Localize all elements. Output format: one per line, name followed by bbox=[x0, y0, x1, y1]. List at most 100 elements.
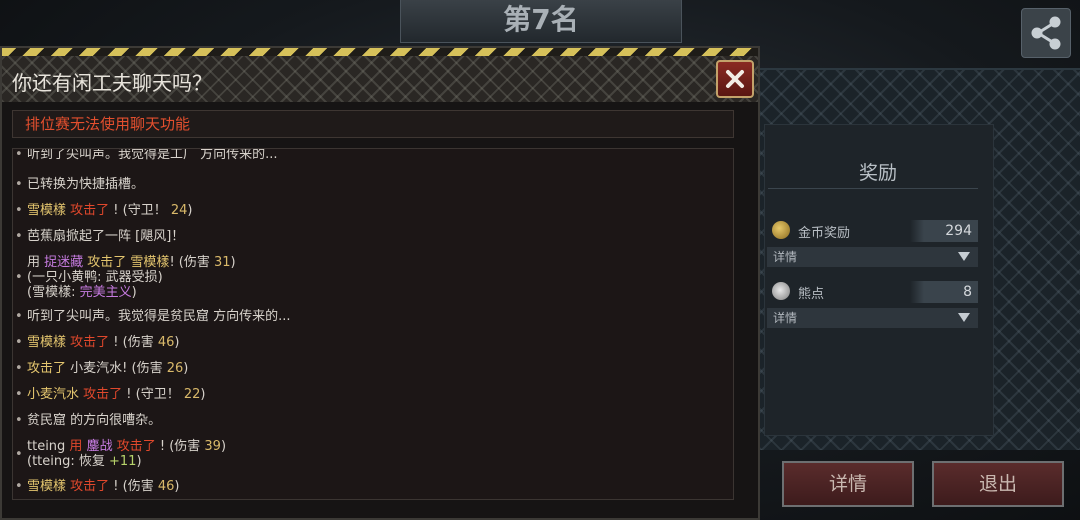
chat-disabled-notice: 排位赛无法使用聊天功能 bbox=[12, 110, 734, 138]
bullet-icon: • bbox=[15, 479, 23, 494]
chat-log-segment: ! (伤害 bbox=[155, 439, 201, 454]
rank-banner: 第7名 bbox=[400, 0, 682, 43]
chat-log-segment: ! (伤害 bbox=[169, 255, 210, 270]
share-button[interactable] bbox=[1021, 8, 1071, 58]
chat-log-entry: • 已转换为快捷插槽。 bbox=[15, 177, 144, 192]
chat-log-segment: 芭蕉扇掀起了一阵 [飓风]！ bbox=[27, 229, 185, 244]
dropdown-arrow-icon bbox=[958, 252, 970, 261]
chat-log-segment: 22 bbox=[179, 387, 201, 402]
gold-coin-icon bbox=[772, 221, 790, 239]
chat-log-segment: (tteing: 恢复 bbox=[27, 454, 105, 469]
bullet-icon: • bbox=[15, 413, 23, 428]
chat-log-entry: • 用 捉迷藏 攻击了 雪模樣! (伤害 31) (一只小黄鸭: 武器受损) (雪模樣… bbox=[15, 255, 236, 300]
chat-log-segment: (雪模樣: bbox=[27, 285, 80, 300]
chat-log-segment: 46 bbox=[153, 479, 175, 494]
chat-log-segment: ! (守卫！ bbox=[109, 203, 167, 218]
chat-log-segment: 鏖战 bbox=[86, 439, 113, 454]
chat-log-segment: ) bbox=[200, 387, 206, 402]
reward-details-select-bear-points[interactable]: 详情 bbox=[767, 308, 978, 328]
chat-log-segment: ) bbox=[174, 479, 180, 494]
bear-points-icon bbox=[772, 282, 790, 300]
reward-label: 熊点 bbox=[798, 287, 825, 302]
bullet-icon: • bbox=[15, 361, 23, 376]
bullet-icon: • bbox=[15, 387, 23, 402]
chat-log-segment: +11 bbox=[104, 454, 137, 469]
chat-log-line: 雪模樣 攻击了 ! (伤害 46) bbox=[27, 479, 179, 494]
select-label: 详情 bbox=[773, 311, 798, 325]
reward-row-gold: 金币奖励 294 bbox=[770, 220, 978, 242]
chat-log[interactable]: • 听到了尖叫声。我觉得是工厂 方向传来的... • 已转换为快捷插槽。 • 雪模樣 攻击… bbox=[12, 148, 734, 500]
chat-log-segment: ! (守卫！ bbox=[122, 387, 180, 402]
chat-log-segment: 攻击了 bbox=[27, 361, 67, 376]
chat-log-line: 已转换为快捷插槽。 bbox=[27, 177, 144, 192]
chat-log-segment: ) bbox=[136, 454, 142, 469]
chat-log-segment: ! (伤害 bbox=[109, 335, 154, 350]
chat-log-line: tteing 用 鏖战 攻击了 ! (伤害 39) bbox=[27, 439, 226, 454]
chat-log-segment: 攻击了 bbox=[66, 335, 110, 350]
bullet-icon: • bbox=[15, 335, 23, 350]
chat-log-segment: 雪模樣 bbox=[27, 203, 67, 218]
dropdown-arrow-icon bbox=[958, 313, 970, 322]
chat-log-line: 听到了尖叫声。我觉得是工厂 方向传来的... bbox=[27, 148, 278, 162]
chat-log-segment: ) bbox=[230, 255, 236, 270]
chat-log-segment: 46 bbox=[153, 335, 175, 350]
chat-log-line: (一只小黄鸭: 武器受损) bbox=[27, 270, 236, 285]
chat-log-segment: 听到了尖叫声。我觉得是贫民窟 方向传来的... bbox=[27, 309, 291, 324]
chat-log-line: 听到了尖叫声。我觉得是贫民窟 方向传来的... bbox=[27, 309, 291, 324]
details-button[interactable]: 详情 bbox=[782, 461, 914, 507]
chat-log-segment: 攻击了 bbox=[66, 203, 110, 218]
chat-log-entry: • 雪模樣 攻击了 ! (伤害 46) bbox=[15, 335, 180, 350]
chat-log-line: (雪模樣: 完美主义) bbox=[27, 285, 236, 300]
chat-log-segment: 用 bbox=[27, 255, 45, 270]
chat-log-segment: 攻击了 bbox=[83, 255, 131, 270]
chat-modal-title: 你还有闲工夫聊天吗？ bbox=[12, 71, 212, 95]
chat-log-segment: 雪模樣 bbox=[130, 255, 170, 270]
chat-log-segment: 39 bbox=[200, 439, 221, 454]
chat-log-segment: 31 bbox=[209, 255, 231, 270]
chat-log-segment: tteing bbox=[27, 439, 66, 454]
chat-log-segment: ) bbox=[174, 335, 180, 350]
chat-modal: 你还有闲工夫聊天吗？ 排位赛无法使用聊天功能 • 听到了尖叫声。我觉得是工厂 方向… bbox=[0, 46, 760, 520]
chat-log-entry: • 雪模樣 攻击了 ! (守卫！ 24) bbox=[15, 203, 192, 218]
reward-value: 294 bbox=[910, 220, 978, 242]
chat-log-entry: • tteing 用 鏖战 攻击了 ! (伤害 39) (tteing: 恢复 +1… bbox=[15, 439, 226, 469]
chat-log-segment: 听到了尖叫声。我觉得是工厂 方向传来的... bbox=[27, 148, 278, 162]
chat-log-segment: 用 bbox=[65, 439, 87, 454]
chat-log-segment: 雪模樣 bbox=[27, 479, 67, 494]
close-icon bbox=[726, 70, 744, 88]
chat-log-line: 小麦汽水 攻击了 ! (守卫！ 22) bbox=[27, 387, 205, 402]
chat-log-segment: 雪模樣 bbox=[27, 335, 67, 350]
chat-log-segment: 贫民窟 的方向很嘈杂。 bbox=[27, 413, 162, 428]
chat-log-segment: 24 bbox=[166, 203, 188, 218]
chat-log-line: 用 捉迷藏 攻击了 雪模樣! (伤害 31) bbox=[27, 255, 236, 270]
chat-log-segment: 攻击了 bbox=[66, 479, 110, 494]
chat-log-segment: (一只小黄鸭: 武器受损) bbox=[27, 270, 163, 285]
chat-log-entry: • 雪模樣 攻击了 ! (伤害 46) bbox=[15, 479, 179, 494]
bullet-icon: • bbox=[15, 270, 23, 285]
reward-details-select-gold[interactable]: 详情 bbox=[767, 247, 978, 267]
chat-log-segment: 26 bbox=[162, 361, 184, 376]
select-label: 详情 bbox=[773, 250, 798, 264]
chat-log-line: 贫民窟 的方向很嘈杂。 bbox=[27, 413, 161, 428]
hazard-stripe bbox=[2, 48, 758, 56]
chat-modal-header: 你还有闲工夫聊天吗？ bbox=[2, 56, 758, 102]
reward-value: 8 bbox=[910, 281, 978, 303]
chat-log-entry: • 小麦汽水 攻击了 ! (守卫！ 22) bbox=[15, 387, 205, 402]
chat-log-segment: 小麦汽水 bbox=[27, 387, 80, 402]
bullet-icon: • bbox=[15, 177, 23, 192]
chat-log-segment: ) bbox=[187, 203, 193, 218]
exit-button[interactable]: 退出 bbox=[932, 461, 1064, 507]
chat-log-segment: 已转换为快捷插槽。 bbox=[27, 177, 145, 192]
chat-log-segment: ) bbox=[131, 285, 137, 300]
chat-log-segment: 攻击了 bbox=[112, 439, 156, 454]
reward-label: 金币奖励 bbox=[798, 226, 851, 241]
chat-log-segment: 捉迷藏 bbox=[44, 255, 84, 270]
chat-log-segment: 完美主义 bbox=[79, 285, 132, 300]
bullet-icon: • bbox=[15, 309, 23, 324]
close-button[interactable] bbox=[716, 60, 754, 98]
chat-log-line: 雪模樣 攻击了 ! (守卫！ 24) bbox=[27, 203, 192, 218]
chat-log-segment: ! (伤害 bbox=[109, 479, 154, 494]
chat-log-entry: • 攻击了 小麦汽水! (伤害 26) bbox=[15, 361, 188, 376]
bullet-icon: • bbox=[15, 446, 23, 462]
chat-log-entry: • 听到了尖叫声。我觉得是贫民窟 方向传来的... bbox=[15, 309, 291, 324]
